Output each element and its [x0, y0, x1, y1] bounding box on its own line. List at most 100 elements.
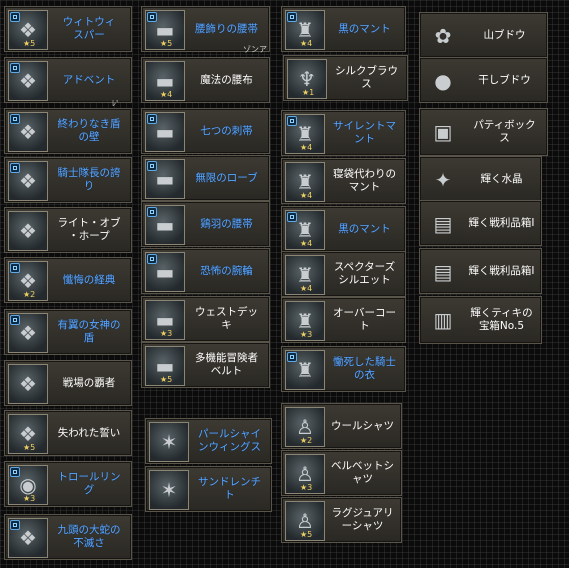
- item-name: 恐怖の腕輪: [200, 264, 253, 277]
- item-card-13[interactable]: ▬ 七つの刺帯: [141, 108, 270, 154]
- item-card-35[interactable]: ✦ 輝く水晶: [419, 156, 542, 202]
- wings-icon: ✶: [149, 470, 189, 510]
- set-badge-icon: [10, 114, 20, 124]
- shirt-icon: ♙ ★3: [285, 454, 325, 494]
- belt-icon: ▬: [145, 205, 185, 245]
- item-card-9[interactable]: ◉ ★3 トロールリン グ: [4, 461, 132, 507]
- item-card-32[interactable]: ✿ 山ブドウ: [419, 12, 548, 58]
- star-count: 2: [30, 290, 36, 299]
- cape-icon: ❖: [8, 112, 48, 152]
- cape-icon: ❖: [8, 211, 48, 251]
- item-card-38[interactable]: ▥ 輝くティキの 宝箱No.5: [419, 296, 542, 344]
- star-rank: ★3: [300, 483, 312, 493]
- chest-icon: ▤: [423, 252, 463, 292]
- item-card-26[interactable]: ♜ ★4 スペクターズ シルエット: [281, 251, 406, 297]
- item-card-0[interactable]: ❖ ★5 ウィトウィ スパー: [4, 6, 132, 52]
- icon-glyph: ✶: [160, 430, 178, 454]
- item-name: 戦場の覇者: [62, 376, 116, 389]
- item-card-34[interactable]: ▣ パティボック ス: [419, 108, 548, 156]
- item-card-29[interactable]: ♙ ★2 ウールシャツ: [281, 403, 402, 449]
- raisins-icon: ●: [423, 61, 463, 101]
- item-name: 有翼の女神の 盾: [57, 319, 121, 344]
- item-name: アドベント: [62, 73, 116, 86]
- item-name: 慟死した騎士 の衣: [333, 356, 396, 381]
- item-card-28[interactable]: ♜ 慟死した騎士 の衣: [281, 346, 406, 392]
- item-card-21[interactable]: ♜ ★4 黒のマント: [281, 6, 406, 52]
- item-name: 寝袋代わりの マント: [333, 168, 396, 193]
- star-rank: ★4: [300, 284, 312, 294]
- item-card-10[interactable]: ❖ 九頭の大蛇の 不滅さ: [4, 514, 132, 560]
- item-card-12[interactable]: ▬ ★4 魔法の腰布: [141, 57, 270, 103]
- item-name: 魔法の腰布: [200, 73, 253, 86]
- item-card-23[interactable]: ♜ ★4 サイレントマ ント: [281, 110, 406, 156]
- item-card-7[interactable]: ❖ 戦場の覇者: [4, 360, 132, 406]
- item-card-4[interactable]: ❖ ライト・オブ ・ホープ: [4, 207, 132, 253]
- belt-icon: ▬ ★5: [145, 10, 185, 50]
- item-card-19[interactable]: ✶ パールシャイ ンウィングス: [145, 418, 272, 464]
- star-count: 4: [307, 143, 313, 152]
- item-card-15[interactable]: ▬ 鶏羽の腰帯: [141, 201, 270, 247]
- cape-icon: ❖: [8, 313, 48, 353]
- wings-icon: ✶: [149, 422, 189, 462]
- star-rank: ★3: [23, 494, 35, 504]
- item-card-37[interactable]: ▤ 輝く戦利品箱Ⅰ: [419, 248, 542, 294]
- star-rank: ★4: [160, 90, 172, 100]
- item-card-30[interactable]: ♙ ★3 ベルベットシ ャツ: [281, 450, 402, 496]
- item-card-1[interactable]: ❖ アドベント: [4, 57, 132, 103]
- set-badge-icon: [10, 520, 20, 530]
- item-card-14[interactable]: ▬ 無限のローブ: [141, 155, 270, 201]
- set-badge-icon: [10, 467, 20, 477]
- set-badge-icon: [147, 254, 157, 264]
- set-badge-icon: [147, 114, 157, 124]
- item-card-25[interactable]: ♜ ★4 黒のマント: [281, 206, 406, 252]
- icon-glyph: ❖: [19, 219, 37, 243]
- item-name: 多機能冒険者 ベルト: [195, 352, 258, 377]
- item-card-18[interactable]: ▬ ★5 多機能冒険者 ベルト: [141, 342, 270, 388]
- icon-glyph: ▤: [433, 260, 453, 284]
- star-rank: ★2: [300, 436, 312, 446]
- item-card-3[interactable]: ❖ 騎士隊長の誇 り: [4, 157, 132, 203]
- item-card-36[interactable]: ▤ 輝く戦利品箱Ⅰ: [419, 200, 542, 246]
- coat-icon: ♜ ★3: [285, 301, 325, 341]
- item-name: 懺悔の経典: [62, 273, 116, 286]
- item-card-31[interactable]: ♙ ★5 ラグジュアリ ーシャツ: [281, 497, 402, 543]
- belt-icon: ▬: [145, 159, 185, 199]
- item-name: スペクターズ シルエット: [333, 261, 396, 286]
- item-name: ウィトウィ スパー: [62, 16, 116, 41]
- cloak-icon: ♜: [285, 350, 325, 390]
- set-badge-icon: [287, 12, 297, 22]
- star-count: 3: [307, 483, 313, 492]
- cape-icon: ❖ ★5: [8, 10, 48, 50]
- set-badge-icon: [147, 12, 157, 22]
- item-card-17[interactable]: ▬ ★3 ウェストデッ キ: [141, 296, 270, 342]
- item-card-33[interactable]: ● 干しブドウ: [419, 57, 548, 103]
- star-count: 3: [167, 329, 173, 338]
- item-name: オーバーコー ト: [333, 307, 396, 332]
- item-card-2[interactable]: ❖ 終わりなき盾 の壁: [4, 108, 132, 154]
- item-name: 鶏羽の腰帯: [200, 217, 253, 230]
- belt-icon: ▬: [145, 252, 185, 292]
- star-rank: ★4: [300, 239, 312, 249]
- cloak-icon: ♜ ★4: [285, 10, 325, 50]
- star-rank: ★3: [300, 330, 312, 340]
- item-card-24[interactable]: ♜ ★4 寝袋代わりの マント: [281, 158, 406, 204]
- star-count: 2: [307, 436, 313, 445]
- item-card-8[interactable]: ❖ ★5 失われた誓い: [4, 410, 132, 456]
- item-name: トロールリン グ: [57, 471, 121, 496]
- item-name: 輝くティキの 宝箱No.5: [470, 307, 533, 332]
- item-name: ウールシャツ: [331, 419, 394, 432]
- item-card-16[interactable]: ▬ 恐怖の腕輪: [141, 248, 270, 294]
- stray-fragment: ﾚ': [112, 99, 119, 108]
- item-card-20[interactable]: ✶ サンドレンチ ト: [145, 466, 272, 512]
- star-count: 5: [30, 39, 36, 48]
- blouse-icon: ♆ ★1: [287, 59, 327, 99]
- item-card-22[interactable]: ♆ ★1 シルクブラウ ス: [283, 55, 408, 101]
- item-name: 九頭の大蛇の 不滅さ: [57, 524, 121, 549]
- item-card-5[interactable]: ❖ ★2 懺悔の経典: [4, 257, 132, 303]
- item-card-27[interactable]: ♜ ★3 オーバーコー ト: [281, 297, 406, 343]
- cape-icon: ❖: [8, 161, 48, 201]
- star-rank: ★3: [160, 329, 172, 339]
- item-name: ウェストデッ キ: [195, 306, 258, 331]
- item-card-6[interactable]: ❖ 有翼の女神の 盾: [4, 309, 132, 355]
- belt-icon: ▬ ★4: [145, 61, 185, 101]
